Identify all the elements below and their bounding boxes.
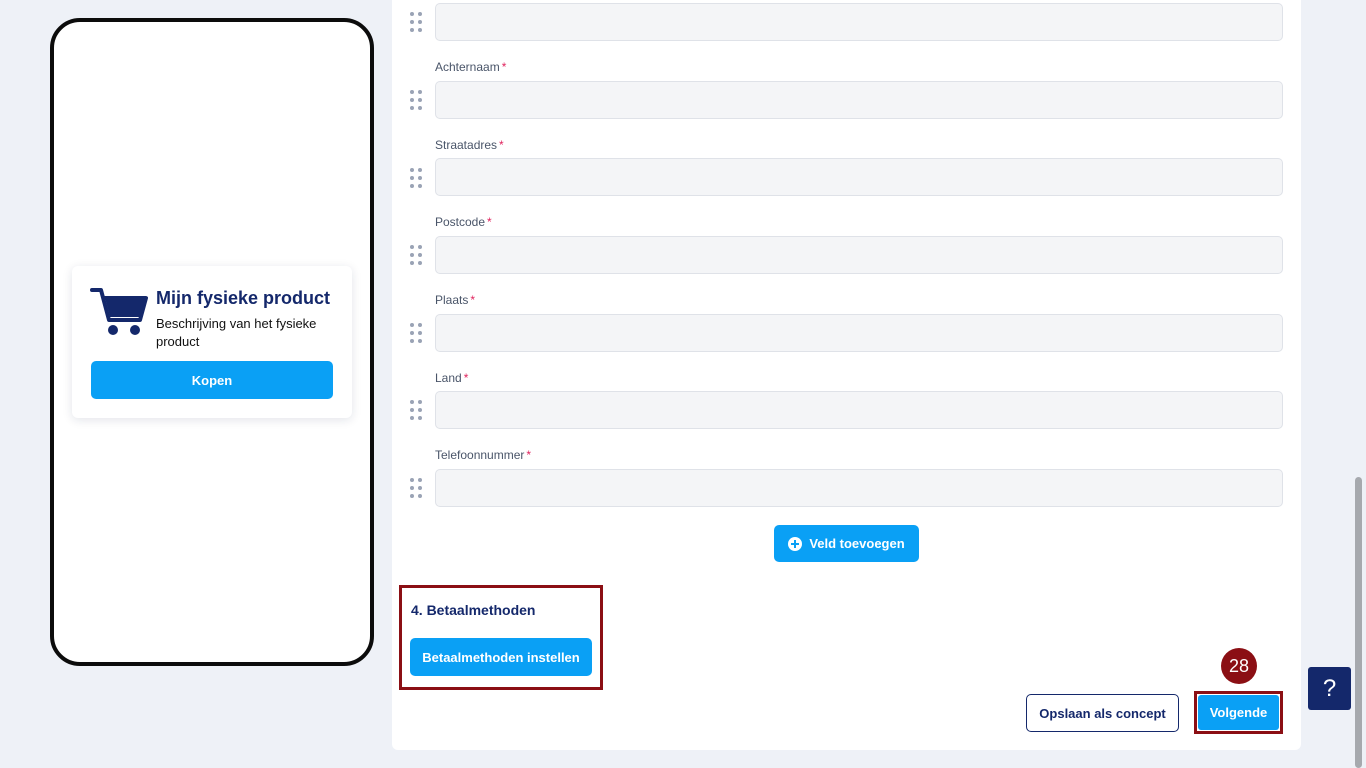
step-badge: 28: [1221, 648, 1257, 684]
payment-section-title: 4. Betaalmethoden: [411, 602, 536, 618]
drag-handle-icon[interactable]: [410, 400, 424, 420]
field-label-land: Land *: [435, 371, 469, 385]
page-scrollbar[interactable]: [1351, 0, 1366, 768]
field-label-plaats: Plaats *: [435, 293, 476, 307]
form-panel: Achternaam * Straatadres * Postcode * Plaat…: [392, 0, 1301, 750]
next-button[interactable]: Volgende: [1198, 695, 1279, 730]
drag-handle-icon[interactable]: [410, 323, 424, 343]
field-label-postcode: Postcode *: [435, 215, 492, 229]
land-input[interactable]: [435, 391, 1283, 429]
drag-handle-icon[interactable]: [410, 478, 424, 498]
drag-handle-icon[interactable]: [410, 12, 424, 32]
form-field-input[interactable]: [435, 3, 1283, 41]
add-field-button[interactable]: Veld toevoegen: [774, 525, 919, 562]
drag-handle-icon[interactable]: [410, 168, 424, 188]
product-description: Beschrijving van het fysieke product: [156, 316, 317, 349]
plaats-input[interactable]: [435, 314, 1283, 352]
payment-methods-section: 4. Betaalmethoden Betaalmethoden instell…: [399, 585, 603, 690]
field-label-telefoonnummer: Telefoonnummer *: [435, 448, 532, 462]
add-field-label: Veld toevoegen: [809, 536, 905, 551]
shopping-cart-icon: [90, 288, 148, 335]
product-card: Mijn fysieke product Beschrijving van he…: [72, 266, 352, 418]
help-button[interactable]: ?: [1308, 667, 1351, 710]
telefoonnummer-input[interactable]: [435, 469, 1283, 507]
drag-handle-icon[interactable]: [410, 245, 424, 265]
straatadres-input[interactable]: [435, 158, 1283, 196]
setup-payment-methods-button[interactable]: Betaalmethoden instellen: [410, 638, 592, 676]
buy-button[interactable]: Kopen: [91, 361, 333, 399]
drag-handle-icon[interactable]: [410, 90, 424, 110]
field-label-straatadres: Straatadres *: [435, 138, 504, 152]
scrollbar-thumb[interactable]: [1355, 477, 1362, 768]
product-title: Mijn fysieke product: [156, 288, 331, 308]
achternaam-input[interactable]: [435, 81, 1283, 119]
plus-circle-icon: [788, 536, 803, 551]
save-draft-button[interactable]: Opslaan als concept: [1026, 694, 1179, 732]
field-label-achternaam: Achternaam *: [435, 60, 507, 74]
postcode-input[interactable]: [435, 236, 1283, 274]
next-button-highlight: Volgende: [1194, 691, 1283, 734]
